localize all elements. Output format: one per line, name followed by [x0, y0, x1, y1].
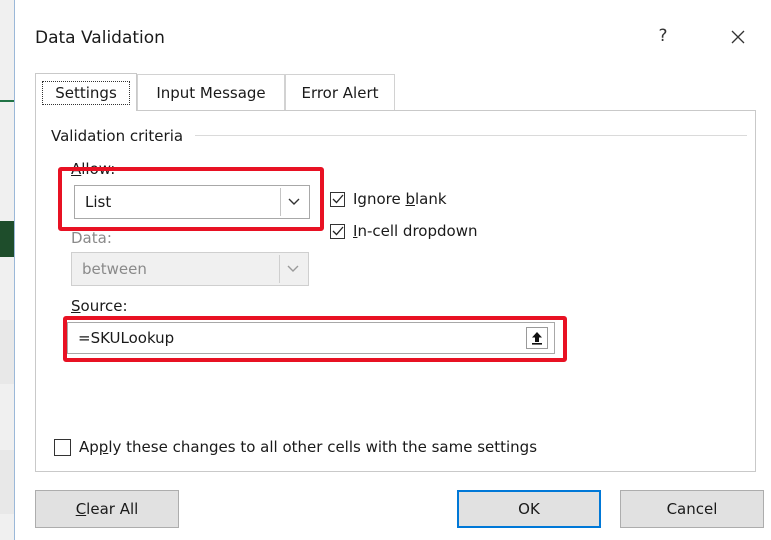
background-ribbon-line	[0, 100, 14, 102]
data-value: between	[82, 260, 147, 278]
data-label: Data:	[71, 229, 112, 247]
tab-input-message-label: Input Message	[156, 84, 266, 102]
tab-settings[interactable]: Settings	[35, 73, 137, 111]
settings-panel	[35, 110, 756, 472]
background-green-cell	[0, 221, 14, 257]
apply-all-checkbox[interactable]: Apply these changes to all other cells w…	[54, 438, 537, 456]
tab-error-alert[interactable]: Error Alert	[285, 74, 395, 110]
background-row	[0, 320, 14, 384]
ok-button[interactable]: OK	[457, 490, 601, 528]
help-button[interactable]: ?	[649, 22, 677, 50]
tab-input-message[interactable]: Input Message	[137, 74, 285, 110]
cancel-button[interactable]: Cancel	[620, 490, 764, 528]
dialog-title: Data Validation	[35, 28, 165, 48]
clear-all-button[interactable]: Clear All	[35, 490, 179, 528]
tab-error-alert-label: Error Alert	[301, 84, 379, 102]
close-button[interactable]	[723, 22, 753, 52]
checkbox-box	[54, 438, 71, 456]
source-label: Source:	[71, 297, 128, 315]
background-row	[0, 450, 14, 514]
validation-criteria-label: Validation criteria	[51, 127, 190, 145]
data-validation-dialog: Data Validation ? Settings Input Message…	[14, 0, 771, 540]
checkbox-box	[330, 223, 345, 239]
allow-highlight-box	[58, 167, 324, 231]
group-divider	[195, 135, 747, 136]
in-cell-dropdown-label: In-cell dropdown	[353, 222, 478, 240]
dropdown-arrow	[279, 255, 306, 283]
tab-settings-label: Settings	[42, 81, 130, 105]
checkmark-icon	[332, 226, 343, 236]
apply-all-label: Apply these changes to all other cells w…	[79, 438, 538, 456]
checkmark-icon	[332, 194, 343, 204]
source-highlight-box	[63, 316, 567, 362]
close-icon	[731, 30, 745, 44]
data-select: between	[71, 252, 309, 286]
ignore-blank-checkbox[interactable]: Ignore blank	[330, 190, 447, 208]
ignore-blank-label: Ignore blank	[353, 190, 447, 208]
checkbox-box	[330, 191, 345, 207]
in-cell-dropdown-checkbox[interactable]: In-cell dropdown	[330, 222, 477, 240]
chevron-down-icon	[287, 265, 299, 272]
